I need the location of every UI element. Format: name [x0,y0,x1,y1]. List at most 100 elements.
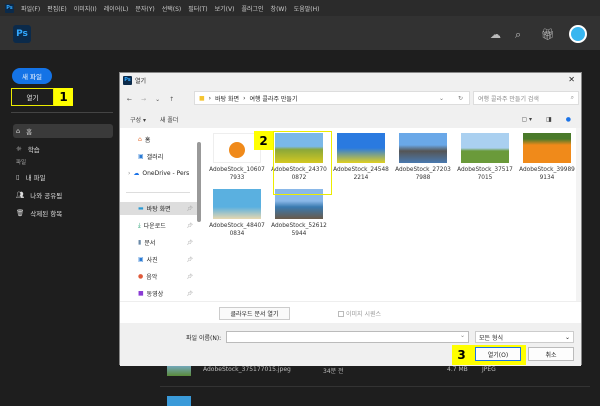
pin-icon[interactable]: 📌︎ [187,206,193,212]
pin-icon[interactable]: 📌︎ [187,274,193,280]
menu-file[interactable]: 파일(F) [21,4,40,13]
chevron-right-icon[interactable]: › [128,170,130,177]
filename-label: 파일 이름(N): [186,335,222,342]
menu-layer[interactable]: 레이어(L) [104,4,129,13]
file-item[interactable]: AdobeStock_375177015 [455,130,515,186]
menu-filter[interactable]: 필터(T) [188,4,207,13]
back-icon[interactable]: ← [127,96,132,103]
dialog-titlebar: Ps 열기 [120,73,581,87]
home-icon: ⌂ [138,136,142,143]
menu-type[interactable]: 문자(Y) [135,4,154,13]
help-icon[interactable]: ● [566,116,571,123]
open-cloud-document-button[interactable]: 클라우드 문서 열기 [219,307,290,320]
sidebar-item-learn[interactable]: ☼ 학습 [13,142,113,156]
menu-select[interactable]: 선택(S) [162,4,182,13]
file-thumbnail [213,189,261,219]
nav-home[interactable]: ⌂ 홈 [120,133,198,146]
file-name: AdobeStock_272037988 [395,167,451,181]
file-item[interactable]: AdobeStock_272037988 [393,130,453,186]
cloud-icon[interactable]: ☁ [490,28,501,41]
annotation-2: 2 [254,131,273,150]
image-sequence-checkbox[interactable]: 이미지 시퀀스 [338,309,381,318]
file-name: AdobeStock_526125944 [271,223,327,237]
forward-icon[interactable]: → [141,96,146,103]
file-thumbnail [337,133,385,163]
content-scrollbar[interactable] [576,128,581,301]
open-file-button[interactable]: 열기(O) [475,347,521,361]
menu-image[interactable]: 이미지(I) [74,4,97,13]
checkbox[interactable] [338,310,344,317]
menu-edit[interactable]: 편집(E) [47,4,67,13]
nav-desktop[interactable]: ▬ 바탕 화면 📌︎ [120,202,198,215]
cancel-button[interactable]: 취소 [528,347,574,361]
pin-icon[interactable]: 📌︎ [187,257,193,263]
search-placeholder: 여행 콜라주 만들기 검색 [478,95,539,103]
sidebar-item-label: 삭제된 항목 [30,210,63,218]
file-name: AdobeStock_106077933 [209,167,265,181]
file-item[interactable]: AdobeStock_245482214 [331,130,391,186]
trash-icon: 🗑︎ [16,209,25,217]
nav-scrollbar[interactable] [197,142,201,222]
gift-icon[interactable]: 🎁︎ [541,28,555,41]
filetype-select[interactable]: 모든 형식 ⌄ [475,331,574,343]
sidebar-item-label: 학습 [27,146,40,154]
address-bar[interactable]: ■ › 바탕 화면 › 여행 콜라주 만들기 ⌄ ↻ [194,91,470,105]
breadcrumb-item[interactable]: 바탕 화면 [215,94,239,103]
sidebar-item-label: 나와 공유됨 [30,192,63,200]
pictures-icon: ▣ [138,256,144,263]
open-button[interactable]: 열기 [11,88,54,106]
pin-icon[interactable]: 📌︎ [187,223,193,229]
chevron-down-icon: ⌄ [564,333,570,341]
nav-downloads[interactable]: ⤓ 다운로드 📌︎ [120,219,198,232]
dialog-toolbar: 구성 ▾ 새 폴더 ▢ ▾ ◨ ● [120,113,581,126]
nav-documents[interactable]: ▮ 문서 📌︎ [120,236,198,249]
ps-app-icon: Ps [123,75,132,85]
chevron-down-icon[interactable]: ⌄ [155,96,160,103]
nav-pictures[interactable]: ▣ 사진 📌︎ [120,253,198,266]
music-icon: ● [138,273,144,280]
menu-view[interactable]: 보기(V) [215,4,235,13]
search-icon: ⌕ [570,94,574,101]
dialog-title: 열기 [135,77,147,85]
view-icon[interactable]: ▢ ▾ [521,116,532,123]
refresh-icon[interactable]: ↻ [458,95,463,102]
menu-bar: Ps 파일(F) 편집(E) 이미지(I) 레이어(L) 문자(Y) 선택(S)… [0,0,600,16]
chevron-down-icon[interactable]: ⌄ [439,95,444,102]
nav-label: OneDrive - Pers [142,170,190,177]
pin-icon[interactable]: 📌︎ [187,291,193,297]
organize-button[interactable]: 구성 ▾ [130,115,146,124]
file-icon: ▯ [16,173,20,181]
up-icon[interactable]: ↑ [169,96,174,103]
menu-plugins[interactable]: 플러그인 [241,4,263,13]
new-file-button[interactable]: 새 파일 [12,68,52,84]
close-icon[interactable]: ✕ [568,75,575,84]
nav-gallery[interactable]: ▣ 갤러리 [120,150,198,163]
nav-music[interactable]: ● 음악 📌︎ [120,270,198,283]
file-name: AdobeStock_375177015 [457,167,513,181]
search-icon[interactable]: ⌕ [515,28,521,42]
file-item[interactable]: AdobeStock_399899134 [517,130,577,186]
breadcrumb-item[interactable]: 여행 콜라주 만들기 [249,94,297,103]
pin-icon[interactable]: 📌︎ [187,240,193,246]
file-thumbnail [523,133,571,163]
file-size: 4.7 MB [447,366,468,373]
preview-pane-icon[interactable]: ◨ [546,116,552,123]
search-input[interactable]: 여행 콜라주 만들기 검색 ⌕ [473,91,579,105]
avatar[interactable] [569,25,587,43]
filetype-value: 모든 형식 [479,334,503,342]
sidebar-item-my-files[interactable]: ▯ 내 파일 [13,170,113,184]
sidebar-item-home[interactable]: ⌂ 홈 [13,124,113,138]
menu-help[interactable]: 도움말(H) [294,4,320,13]
sidebar-item-deleted[interactable]: 🗑︎ 삭제된 항목 [13,206,113,220]
menu-window[interactable]: 창(W) [271,4,287,13]
file-item[interactable]: AdobeStock_484070834 [207,186,267,242]
nav-videos[interactable]: ■ 동영상 📌︎ [120,287,198,300]
options-bar: 클라우드 문서 열기 이미지 시퀀스 [120,301,581,323]
filename-input[interactable]: ⌄ [226,331,469,343]
sidebar-item-label: 내 파일 [25,174,46,182]
ps-logo: Ps [13,25,31,43]
sidebar-item-shared[interactable]: 👥︎ 나와 공유됨 [13,188,113,202]
new-folder-button[interactable]: 새 폴더 [160,115,178,124]
nav-label: 다운로드 [143,223,166,230]
nav-onedrive[interactable]: › ☁ OneDrive - Pers [120,167,198,180]
